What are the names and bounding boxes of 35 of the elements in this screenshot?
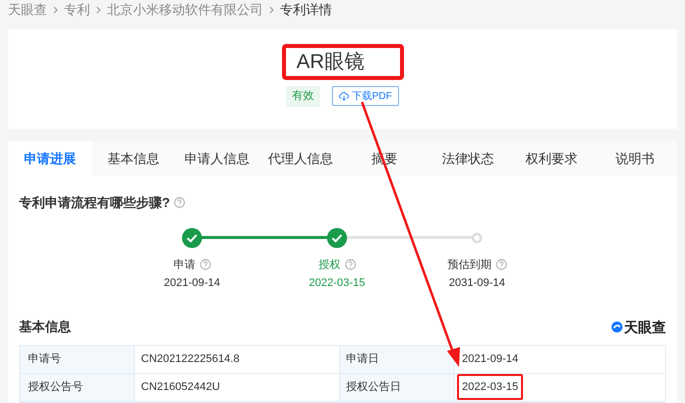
step-label: 预估到期 (448, 258, 492, 272)
patent-title: AR眼镜 (282, 44, 404, 80)
tab[interactable]: 权利要求 (510, 141, 594, 176)
step-date: 2022-03-15 (308, 276, 366, 291)
help-icon[interactable] (496, 259, 506, 270)
table-label-cell: 申请号 (20, 346, 135, 372)
step-date: 2021-09-14 (164, 276, 220, 291)
chevron-icon (53, 6, 58, 14)
tab[interactable]: 基本信息 (92, 141, 176, 176)
chevron-icon (269, 6, 274, 14)
tab[interactable]: 代理人信息 (258, 141, 342, 176)
section-title: 专利申请流程有哪些步骤? (19, 194, 170, 212)
step-date: 2031-09-14 (448, 276, 506, 291)
tab[interactable]: 申请人信息 (175, 141, 259, 176)
brand-logo-text: 天眼查 (624, 318, 666, 336)
help-icon[interactable] (174, 197, 185, 208)
table-cell: 2022-03-15 (457, 374, 524, 400)
table-cell-text: 2021-09-14 (461, 352, 520, 367)
breadcrumb-current: 专利详情 (280, 1, 332, 20)
logo-icon (611, 321, 623, 333)
help-icon[interactable] (344, 259, 356, 270)
table-label-cell: 授权公告号 (20, 374, 135, 400)
tab[interactable]: 法律状态 (426, 141, 510, 176)
step-label: 申请 (174, 258, 196, 272)
download-pdf-button[interactable]: 下载PDF (332, 86, 399, 106)
table-label-cell: 申请日 (340, 346, 455, 372)
tab[interactable]: 申请进展 (8, 141, 92, 176)
section-title: 基本信息 (19, 318, 71, 336)
step-label: 授权 (318, 258, 340, 272)
status-tag: 有效 (286, 86, 320, 106)
table-label-cell: 授权公告日 (340, 374, 455, 400)
help-icon[interactable] (200, 259, 210, 270)
cloud-download-icon (339, 91, 349, 102)
chevron-icon (96, 6, 101, 14)
tab[interactable]: 说明书 (593, 141, 677, 176)
